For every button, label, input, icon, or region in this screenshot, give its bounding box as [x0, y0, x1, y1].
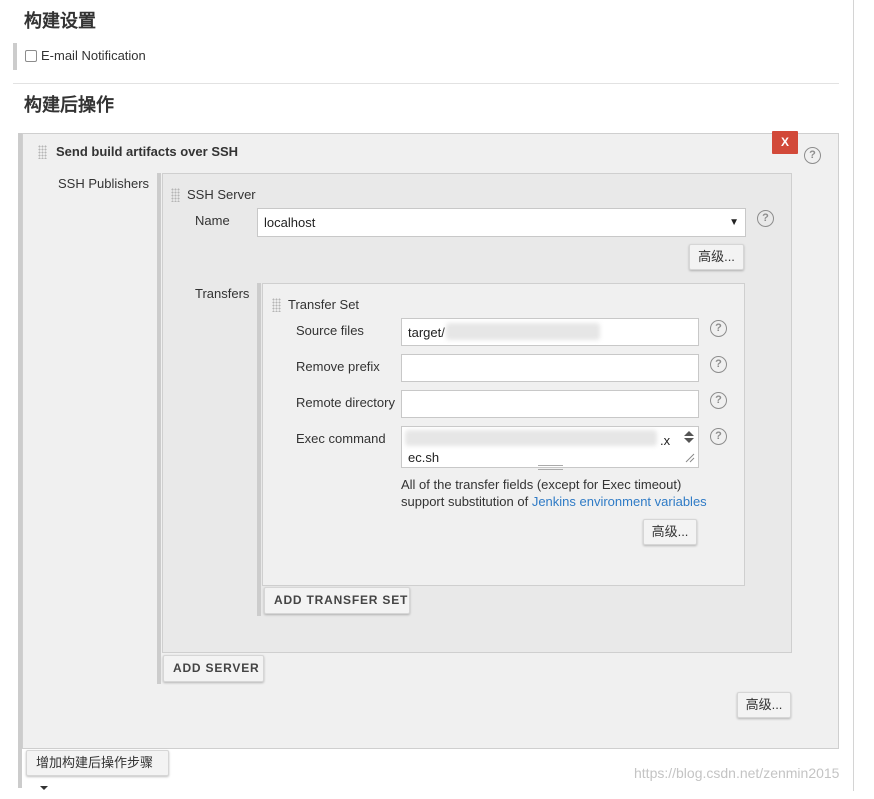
transfer-set-advanced-button[interactable]: 高级... [643, 519, 697, 545]
publisher-advanced-button[interactable]: 高级... [737, 692, 791, 718]
source-files-value: target/ [408, 324, 445, 340]
name-label: Name [195, 213, 230, 228]
help-icon[interactable]: ? [710, 428, 727, 445]
exec-command-line1-tail: .x [660, 433, 671, 448]
publisher-indent-bar [18, 133, 22, 788]
remove-prefix-label: Remove prefix [296, 359, 380, 374]
help-icon[interactable]: ? [710, 356, 727, 373]
jenkins-env-vars-link[interactable]: Jenkins environment variables [532, 494, 707, 509]
watermark-text: https://blog.csdn.net/zenmin2015 [634, 765, 840, 781]
remove-prefix-input[interactable] [401, 354, 699, 382]
ssh-server-title: SSH Server [187, 187, 256, 202]
email-notification-checkbox[interactable] [25, 50, 37, 62]
ssh-server-name-value: localhost [264, 215, 316, 230]
drag-handle-icon[interactable] [272, 298, 281, 312]
add-post-build-step-button[interactable]: 增加构建后操作步骤 [26, 750, 169, 790]
caret-down-icon [40, 786, 48, 790]
section-divider [13, 83, 839, 84]
help-icon[interactable]: ? [710, 320, 727, 337]
transfer-note-line2: support substitution of Jenkins environm… [401, 494, 707, 509]
transfer-set-title: Transfer Set [288, 297, 360, 312]
delete-publisher-button[interactable]: X [772, 131, 798, 154]
redacted-text [446, 323, 600, 340]
textarea-scroll-arrows-icon[interactable] [682, 429, 696, 465]
email-notification-indent-bar [13, 43, 17, 70]
drag-handle-icon[interactable] [38, 145, 47, 159]
redacted-text [405, 430, 657, 446]
textarea-resize-handle-icon[interactable] [538, 465, 563, 470]
add-post-build-step-label: 增加构建后操作步骤 [36, 755, 154, 770]
transfer-set-indent-bar [257, 283, 261, 616]
ssh-server-name-select[interactable]: localhost ▼ [257, 208, 746, 237]
help-icon[interactable]: ? [804, 147, 821, 164]
ssh-server-advanced-button[interactable]: 高级... [689, 244, 744, 270]
source-files-label: Source files [296, 323, 364, 338]
help-icon[interactable]: ? [757, 210, 774, 227]
email-notification-label[interactable]: E-mail Notification [41, 48, 146, 63]
publisher-title: Send build artifacts over SSH [56, 144, 239, 159]
transfers-label: Transfers [195, 286, 250, 301]
remote-directory-input[interactable] [401, 390, 699, 418]
transfer-note-text: support substitution of [401, 494, 532, 509]
exec-command-line2: ec.sh [408, 450, 440, 465]
add-server-button[interactable]: ADD SERVER [163, 655, 264, 682]
chevron-down-icon: ▼ [729, 217, 739, 228]
page-right-border [853, 0, 854, 791]
exec-command-label: Exec command [296, 431, 386, 446]
help-icon[interactable]: ? [710, 392, 727, 409]
remote-directory-label: Remote directory [296, 395, 395, 410]
add-transfer-set-button[interactable]: ADD TRANSFER SET [264, 587, 410, 614]
drag-handle-icon[interactable] [171, 188, 180, 202]
ssh-publishers-label: SSH Publishers [58, 176, 150, 191]
build-settings-title: 构建设置 [24, 11, 96, 31]
ssh-server-indent-bar [157, 173, 161, 684]
post-build-title: 构建后操作 [24, 95, 114, 115]
transfer-note-line1: All of the transfer fields (except for E… [401, 477, 682, 492]
